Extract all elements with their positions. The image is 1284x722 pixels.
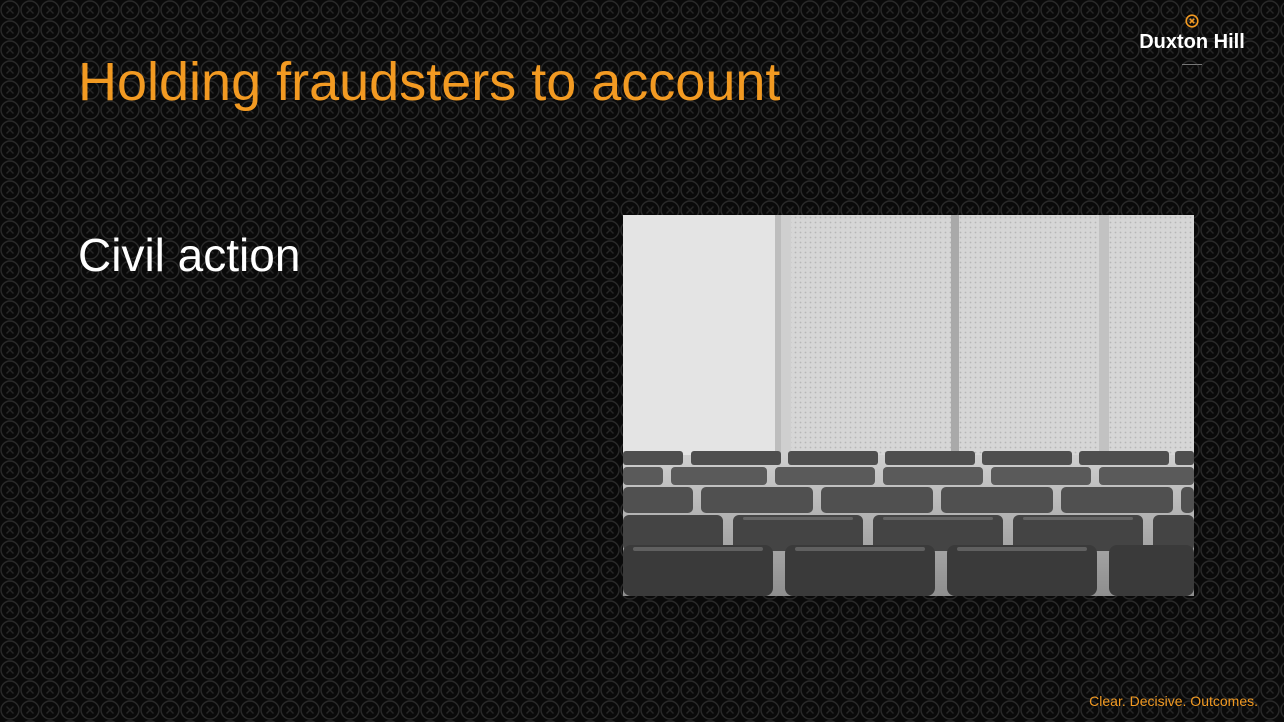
courtroom-photo: [623, 215, 1194, 596]
body-text: Civil action: [78, 229, 301, 281]
logo-text: Duxton Hill: [1139, 31, 1245, 53]
logo-divider: [1182, 64, 1202, 65]
slide: Holding fraudsters to account Civil acti…: [0, 0, 1284, 722]
tagline: Clear. Decisive. Outcomes.: [1089, 693, 1258, 710]
brand-logo: Duxton Hill: [1122, 14, 1262, 65]
circled-x-icon: [1185, 14, 1199, 28]
slide-title: Holding fraudsters to account: [78, 52, 781, 112]
photo-illustration: [623, 215, 1194, 596]
